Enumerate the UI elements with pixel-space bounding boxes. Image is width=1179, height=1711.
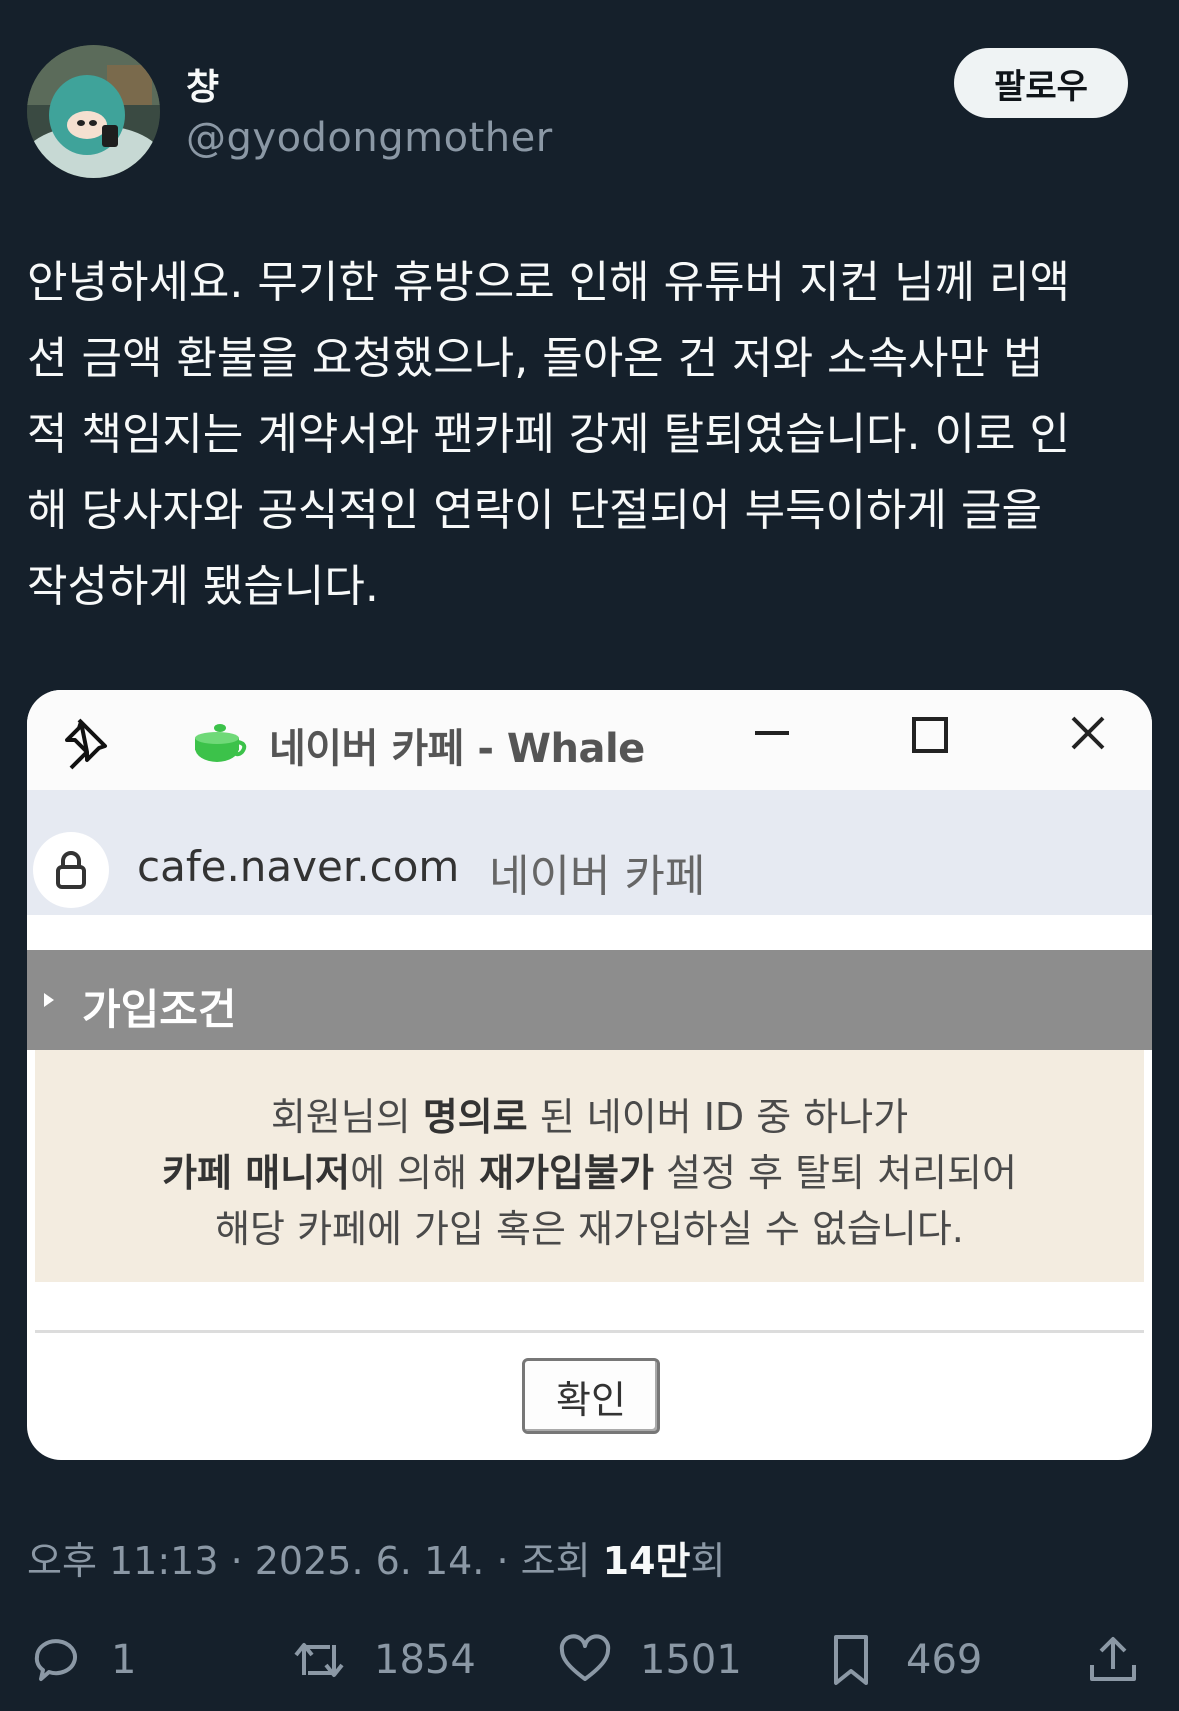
lock-icon	[56, 851, 86, 889]
notice-line-1: 회원님의 명의로 된 네이버 ID 중 하나가	[270, 1095, 909, 1139]
retweet-icon	[294, 1643, 344, 1677]
close-icon	[1071, 716, 1105, 750]
window-titlebar: 네이버 카페 - Whale	[27, 690, 1152, 790]
follow-button[interactable]: 팔로우	[954, 48, 1128, 118]
reply-button[interactable]: 1	[27, 1630, 136, 1690]
maximize-icon	[912, 717, 948, 753]
tweet-meta: 오후 11:13 · 2025. 6. 14. · 조회 14만회	[27, 1539, 726, 1583]
page-title: 네이버 카페	[489, 851, 706, 902]
minimize-icon	[755, 731, 789, 735]
reply-count: 1	[111, 1637, 137, 1683]
like-button[interactable]: 1501	[556, 1630, 742, 1690]
avatar[interactable]	[27, 45, 160, 178]
confirm-button: 확인	[522, 1358, 660, 1434]
naver-cafe-icon	[195, 724, 247, 762]
share-button[interactable]	[1084, 1630, 1142, 1690]
address-bar: cafe.naver.com 네이버 카페	[27, 790, 1152, 915]
url-text: cafe.naver.com	[137, 842, 460, 891]
tweet-text: 안녕하세요. 무기한 휴방으로 인해 유튜버 지컨 님께 리액 션 금액 환불을…	[27, 257, 1070, 612]
display-name[interactable]: 챵	[186, 58, 219, 110]
like-count: 1501	[640, 1637, 742, 1683]
retweet-count: 1854	[374, 1637, 476, 1683]
divider	[35, 1330, 1144, 1333]
tweet-image[interactable]: 네이버 카페 - Whale cafe.naver.com 네이버 카페 가입조…	[27, 690, 1152, 1460]
timestamp[interactable]: 오후 11:13 · 2025. 6. 14. · 조회	[27, 1539, 603, 1583]
pin-icon	[65, 718, 107, 770]
notice-line-2: 카페 매니저에 의해 재가입불가 설정 후 탈퇴 처리되어	[162, 1151, 1017, 1195]
share-icon	[1090, 1637, 1136, 1681]
bookmark-icon	[834, 1635, 868, 1685]
bookmark-button[interactable]: 469	[822, 1630, 982, 1690]
bookmark-count: 469	[906, 1637, 983, 1683]
heart-icon	[559, 1634, 611, 1681]
retweet-button[interactable]: 1854	[290, 1630, 476, 1690]
user-handle[interactable]: @gyodongmother	[186, 115, 553, 161]
reply-icon	[34, 1639, 77, 1681]
tweet-page: 챵 @gyodongmother 팔로우 안녕하세요. 무기한 휴방으로 인해 …	[0, 0, 1179, 1711]
notice-box: 회원님의 명의로 된 네이버 ID 중 하나가 카페 매니저에 의해 재가입불가…	[35, 1050, 1144, 1282]
window-title: 네이버 카페 - Whale	[269, 726, 645, 772]
section-header: 가입조건	[27, 950, 1152, 1050]
triangle-right-icon	[44, 993, 54, 1007]
view-count: 14만	[602, 1539, 691, 1583]
notice-line-3: 해당 카페에 가입 혹은 재가입하실 수 없습니다.	[215, 1207, 964, 1251]
section-title: 가입조건	[82, 985, 237, 1034]
